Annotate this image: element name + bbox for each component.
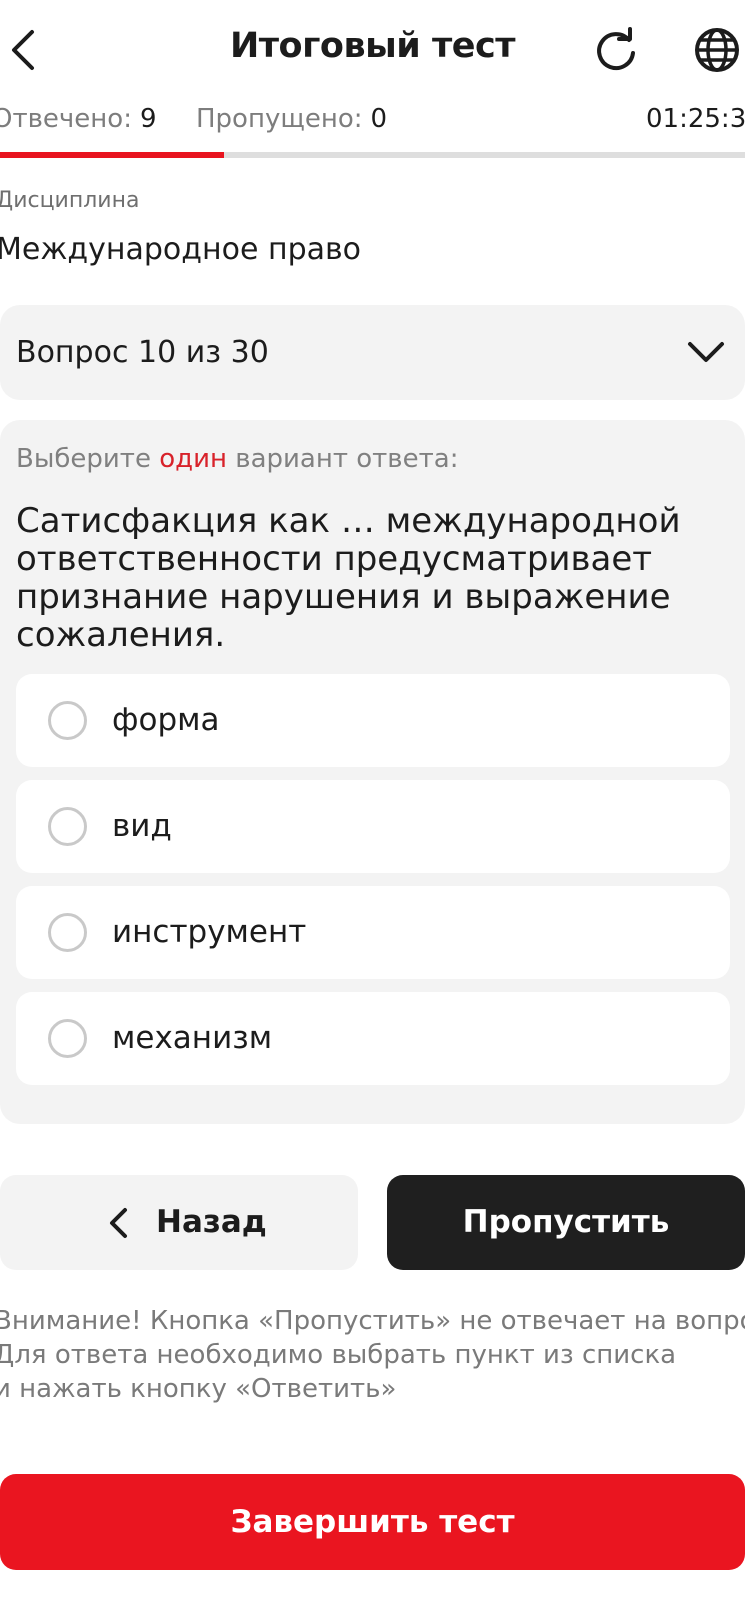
timer: 01:25:33: [646, 104, 745, 134]
answer-option-label: форма: [112, 702, 220, 738]
progress-bar: [0, 152, 745, 158]
radio-button[interactable]: [48, 1019, 87, 1058]
finish-test-button[interactable]: Завершить тест: [0, 1474, 745, 1570]
chevron-left-icon: [108, 1207, 130, 1239]
answer-option-label: инструмент: [112, 914, 307, 950]
answer-option-label: вид: [112, 808, 172, 844]
quiz-screen: Итоговый тест Отвечено: 9 Пропущено: 0 01:…: [0, 0, 745, 1612]
back-button-label: Назад: [156, 1204, 267, 1240]
question-selector-label: Вопрос 10 из 30: [16, 335, 269, 370]
answered-count: 9: [139, 104, 157, 134]
hint-text-end: вариант ответа:: [226, 444, 459, 474]
radio-button[interactable]: [48, 701, 87, 740]
answer-option[interactable]: механизм: [16, 992, 730, 1085]
status-row: Отвечено:9 Пропущено:0 01:25:33: [0, 104, 745, 140]
answered-label: Отвечено:: [0, 104, 132, 134]
skip-notice: Внимание! Кнопка «Пропустить» не отвечае…: [0, 1304, 745, 1406]
notice-line: и нажать кнопку «Ответить»: [0, 1374, 397, 1404]
hint-text-start: Выберите: [16, 444, 160, 474]
skipped-count: 0: [370, 104, 388, 134]
skipped-status: Пропущено: 0: [196, 104, 387, 134]
answered-status: Отвечено: 9: [0, 104, 157, 134]
notice-line: Внимание! Кнопка «Пропустить» не отвечае…: [0, 1306, 745, 1336]
discipline-value: Международное право: [0, 232, 362, 267]
refresh-icon[interactable]: [592, 26, 640, 74]
radio-button[interactable]: [48, 913, 87, 952]
answer-option-label: механизм: [112, 1020, 273, 1056]
skip-button[interactable]: Пропустить: [387, 1175, 745, 1270]
radio-button[interactable]: [48, 807, 87, 846]
answer-option[interactable]: инструмент: [16, 886, 730, 979]
answer-hint: Выберите один вариант ответа:: [16, 444, 458, 474]
answer-option[interactable]: форма: [16, 674, 730, 767]
finish-test-label: Завершить тест: [230, 1504, 515, 1540]
question-selector[interactable]: Вопрос 10 из 30: [0, 305, 745, 400]
progress-fill: [0, 152, 224, 158]
globe-icon[interactable]: [693, 26, 741, 74]
header: Итоговый тест: [0, 0, 745, 102]
back-button[interactable]: Назад: [0, 1175, 358, 1270]
question-text: Сатисфакция как … международной ответств…: [16, 501, 681, 655]
notice-line: Для ответа необходимо выбрать пункт из с…: [0, 1340, 677, 1370]
skip-button-label: Пропустить: [462, 1204, 670, 1240]
discipline-label: Дисциплина: [0, 188, 140, 213]
answer-option[interactable]: вид: [16, 780, 730, 873]
chevron-down-icon[interactable]: [686, 336, 726, 366]
skipped-label: Пропущено:: [196, 104, 363, 134]
question-card: Выберите один вариант ответа: Сатисфакци…: [0, 420, 745, 1124]
hint-accent: один: [159, 444, 227, 474]
